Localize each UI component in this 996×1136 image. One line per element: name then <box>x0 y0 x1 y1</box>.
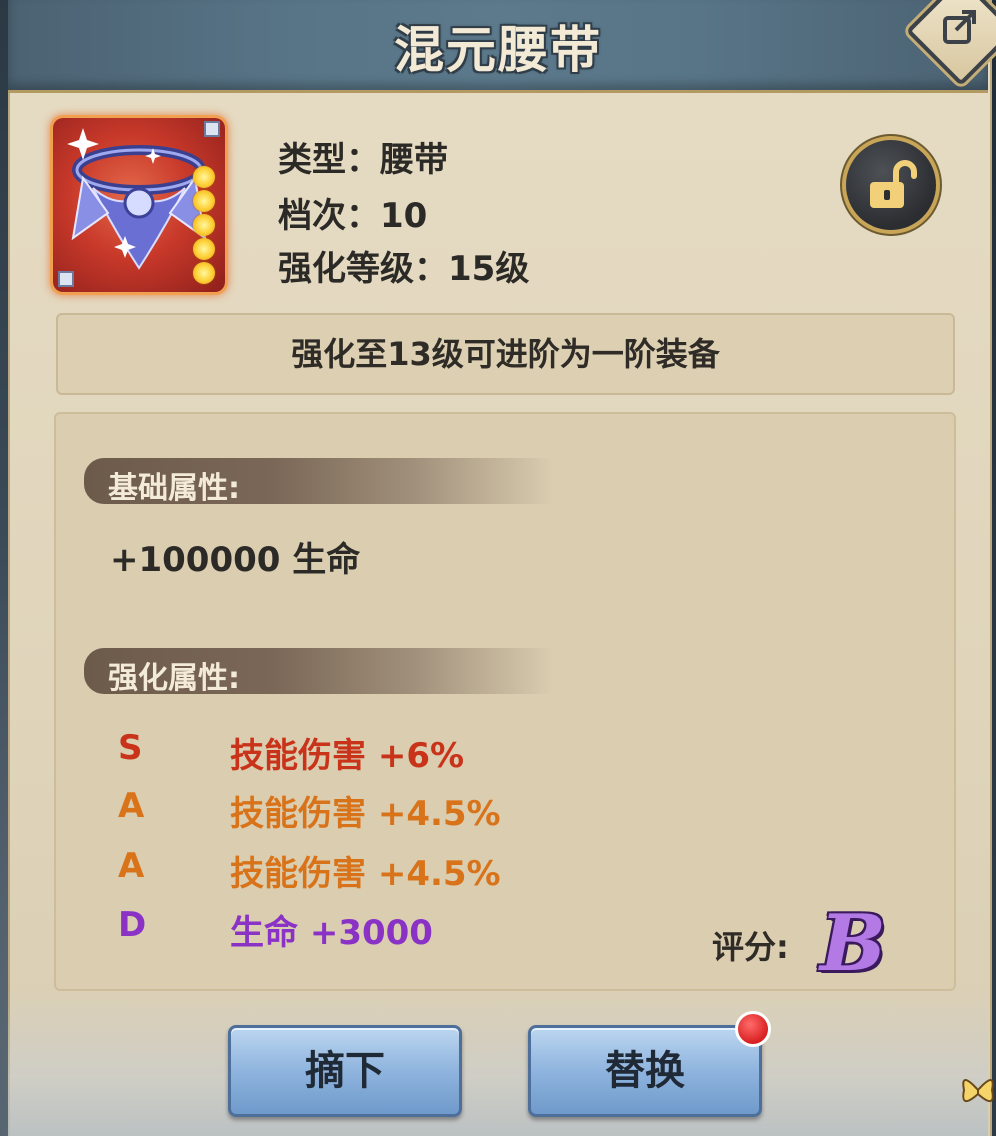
item-enhance-label: 强化等级： <box>278 249 448 289</box>
item-title: 混元腰带 <box>394 21 602 79</box>
star-icon <box>193 214 215 236</box>
notification-dot <box>735 1011 771 1047</box>
unequip-button[interactable]: 摘下 <box>228 1025 462 1117</box>
item-enhance-value: 15级 <box>448 249 530 289</box>
star-rating <box>193 166 219 286</box>
enhance-attributes-title: 强化属性: <box>108 661 240 696</box>
star-icon <box>193 262 215 284</box>
butterfly-icon <box>962 1079 994 1102</box>
enhance-row-text: 技能伤害 +4.5% <box>230 854 501 894</box>
enhance-row-grade: D <box>118 905 147 945</box>
score-grade: B <box>820 898 886 989</box>
item-type-label: 类型： <box>278 140 380 180</box>
enhance-row-grade: S <box>118 728 143 768</box>
star-icon <box>193 166 215 188</box>
enhance-row-grade: A <box>118 846 145 886</box>
unlock-icon <box>870 160 917 208</box>
score-label: 评分: <box>712 928 789 966</box>
star-icon <box>193 190 215 212</box>
base-attribute-value: +100000 生命 <box>110 540 361 580</box>
item-type-value: 腰带 <box>380 140 448 180</box>
item-tier: 档次：10 <box>278 188 427 237</box>
item-enhance-level: 强化等级：15级 <box>278 241 529 290</box>
enhance-row-grade: A <box>118 786 145 826</box>
panel-bottom-decoration <box>8 990 988 1136</box>
item-tier-value: 10 <box>380 196 428 236</box>
share-icon[interactable] <box>938 4 982 48</box>
item-tier-label: 档次： <box>278 196 380 236</box>
enhance-row-text: 生命 +3000 <box>230 913 433 953</box>
base-attributes-title: 基础属性: <box>108 471 240 506</box>
enhance-row-text: 技能伤害 +6% <box>230 736 465 776</box>
upgrade-notice: 强化至13级可进阶为一阶装备 <box>56 313 955 395</box>
lock-button[interactable] <box>846 140 936 230</box>
replace-button[interactable]: 替换 <box>528 1025 762 1117</box>
star-icon <box>193 238 215 260</box>
item-type: 类型：腰带 <box>278 132 448 181</box>
enhance-row-text: 技能伤害 +4.5% <box>230 794 501 834</box>
